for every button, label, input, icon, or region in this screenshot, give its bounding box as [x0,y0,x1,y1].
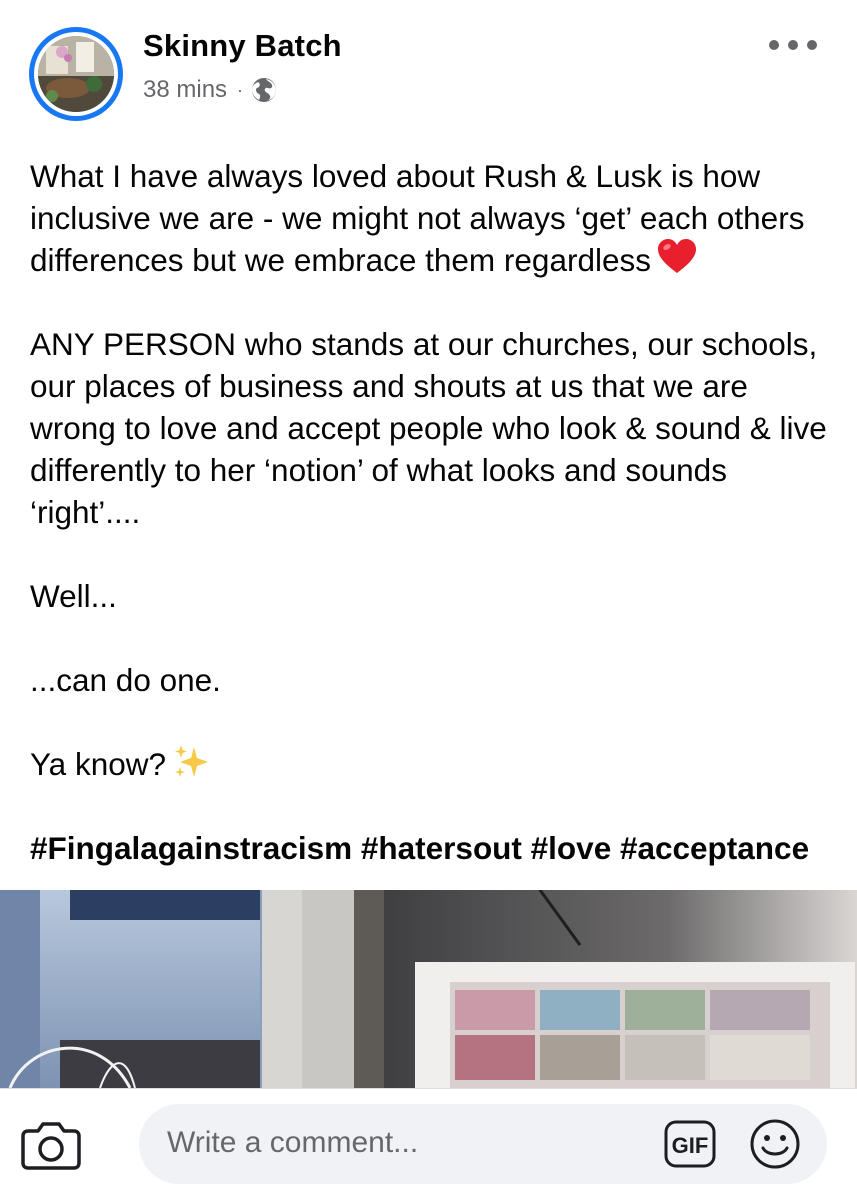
post-paragraph: ...can do one. [30,662,221,698]
sparkles-icon [175,745,208,777]
author-name[interactable]: Skinny Batch [143,28,342,64]
post-header: Skinny Batch 38 mins · [0,0,857,140]
gif-icon[interactable]: GIF [664,1120,716,1168]
avatar-frame [34,32,118,116]
more-options-icon[interactable] [769,33,817,57]
gif-label: GIF [672,1133,709,1158]
post-timestamp[interactable]: 38 mins [143,76,227,104]
more-dot [788,40,798,50]
comment-input[interactable]: Write a comment... GIF [139,1104,827,1184]
more-dot [807,40,817,50]
red-heart-icon [658,239,696,273]
post-hashtags[interactable]: #Fingalagainstracism #hatersout #love #a… [30,827,830,869]
post-paragraph: ANY PERSON who stands at our churches, o… [30,326,827,530]
avatar-image [38,36,114,112]
post-photo[interactable] [0,890,857,1088]
more-dot [769,40,779,50]
post-paragraph: Ya know? [30,743,830,785]
post-paragraph: What I have always loved about Rush & Lu… [30,155,830,281]
avatar[interactable] [29,27,123,121]
post-body: What I have always loved about Rush & Lu… [30,155,830,911]
photo-image [0,890,857,1088]
facebook-post: Skinny Batch 38 mins · What I have alway… [0,0,857,1200]
smiley-icon[interactable] [749,1118,801,1170]
post-meta: 38 mins · [143,76,277,104]
post-paragraph: Well... [30,578,117,614]
camera-icon[interactable] [20,1119,82,1171]
avatar-photo [38,36,114,112]
globe-icon [252,78,277,102]
comment-bar: Write a comment... GIF [0,1088,857,1200]
comment-placeholder: Write a comment... [167,1126,419,1159]
meta-separator: · [237,79,244,100]
paragraph-text: Ya know? [30,746,166,782]
